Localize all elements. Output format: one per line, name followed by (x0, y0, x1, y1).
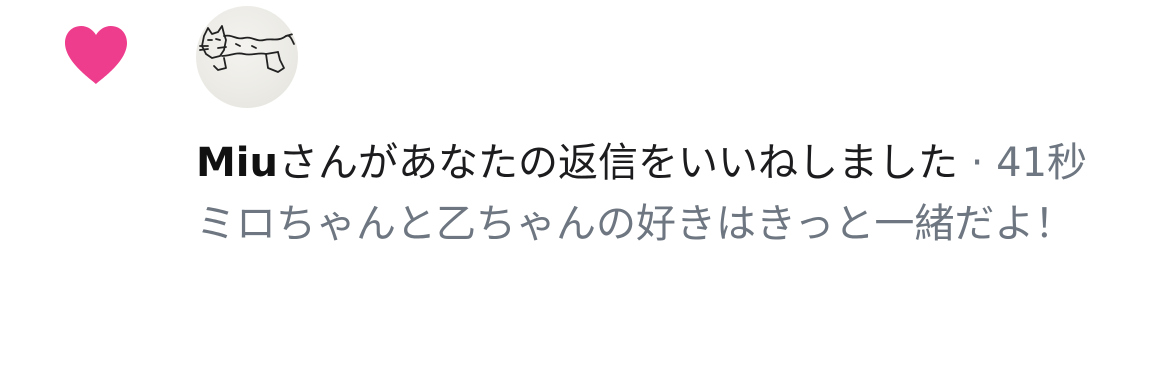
like-notification[interactable]: Miuさんがあなたの返信をいいねしました · 41秒 ミロちゃんと乙ちゃんの好き… (0, 0, 1170, 389)
avatar[interactable] (196, 6, 298, 108)
username-link[interactable]: Miu (196, 140, 278, 186)
heart-icon (62, 24, 130, 86)
timestamp: 41秒 (996, 140, 1088, 186)
notification-content: Miuさんがあなたの返信をいいねしました · 41秒 ミロちゃんと乙ちゃんの好き… (196, 138, 1146, 249)
action-text: さんがあなたの返信をいいねしました (278, 140, 958, 186)
notification-headline: Miuさんがあなたの返信をいいねしました · 41秒 (196, 138, 1146, 188)
reply-text[interactable]: ミロちゃんと乙ちゃんの好きはきっと一緒だよ！ (196, 199, 1146, 249)
separator: · (958, 140, 997, 186)
cat-drawing-icon (199, 25, 295, 73)
